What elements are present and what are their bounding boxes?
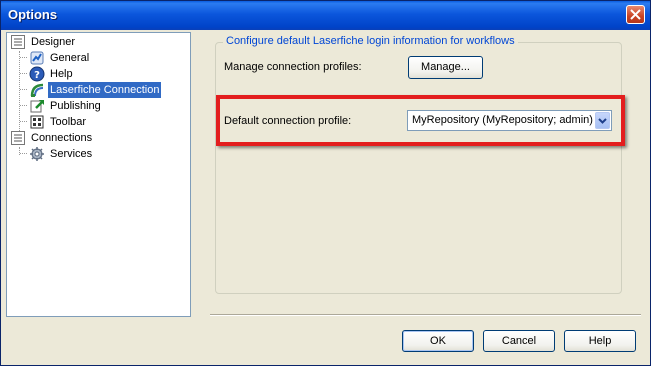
laserfiche-icon xyxy=(29,82,45,98)
close-button[interactable] xyxy=(626,5,645,24)
tree-item-label: Connections xyxy=(31,132,93,144)
options-dialog: Options Designer General ? Help Laserfic… xyxy=(0,0,651,366)
tree-item-label: Services xyxy=(50,148,93,160)
group-title: Configure default Laserfiche login infor… xyxy=(223,35,518,47)
manage-profiles-label: Manage connection profiles: xyxy=(224,61,362,73)
separator xyxy=(210,314,641,316)
tree-item-label: Laserfiche Connection xyxy=(48,82,162,98)
toolbar-icon xyxy=(29,114,45,130)
help-button-label: Help xyxy=(588,335,612,347)
highlight-box xyxy=(216,95,625,146)
window-title: Options xyxy=(8,7,58,22)
general-icon xyxy=(29,50,45,66)
tree-item-label: Designer xyxy=(31,36,76,48)
ok-button-label: OK xyxy=(430,335,446,347)
close-icon xyxy=(630,9,641,20)
manage-button[interactable]: Manage... xyxy=(408,56,483,79)
tree-item-label: Publishing xyxy=(50,100,101,112)
help-button[interactable]: Help xyxy=(564,330,636,352)
cancel-button-label: Cancel xyxy=(501,335,537,347)
manage-button-label: Manage... xyxy=(421,61,470,73)
login-settings-group xyxy=(215,42,622,294)
gear-icon xyxy=(29,146,45,162)
options-tree[interactable]: Designer General ? Help Laserfiche Conne… xyxy=(6,32,191,317)
tree-item-label: Toolbar xyxy=(50,116,87,128)
svg-text:?: ? xyxy=(34,70,40,81)
tree-item-label: General xyxy=(50,52,90,64)
ok-button[interactable]: OK xyxy=(402,330,474,352)
tree-item-label: Help xyxy=(50,68,73,80)
publishing-icon xyxy=(29,98,45,114)
help-icon: ? xyxy=(29,66,45,82)
cancel-button[interactable]: Cancel xyxy=(483,330,555,352)
list-icon xyxy=(10,34,26,50)
title-bar[interactable]: Options xyxy=(1,1,650,30)
list-icon xyxy=(10,130,26,146)
